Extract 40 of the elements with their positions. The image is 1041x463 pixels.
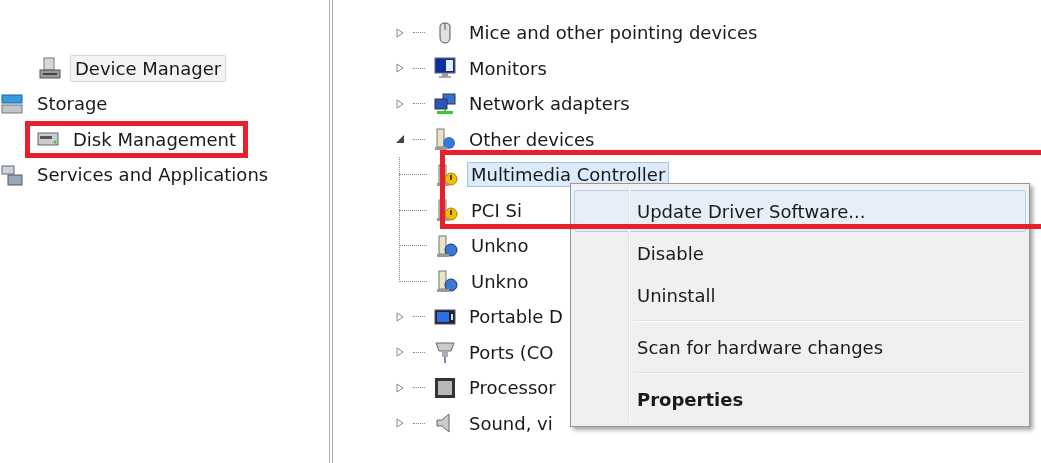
expand-arrow-icon[interactable]: [395, 63, 405, 74]
expand-arrow-icon[interactable]: [395, 347, 405, 358]
expand-arrow-icon[interactable]: [395, 311, 405, 322]
expand-arrow-icon[interactable]: [395, 382, 405, 393]
tree-item[interactable]: PCI Si: [467, 197, 526, 223]
unknown-device-icon: [435, 269, 459, 294]
tree-item[interactable]: Processor: [465, 375, 560, 401]
collapse-arrow-icon[interactable]: [395, 134, 405, 145]
tree-item[interactable]: Network adapters: [465, 91, 634, 117]
warning-device-icon: [435, 198, 459, 223]
services-icon: [0, 162, 24, 187]
menu-item[interactable]: Uninstall: [574, 274, 1026, 316]
tree-item[interactable]: Unkno: [467, 268, 533, 294]
tree-item[interactable]: Ports (CO: [465, 339, 558, 365]
computer-icon: [38, 56, 62, 81]
tree-item[interactable]: Portable D: [465, 304, 567, 330]
tree-item[interactable]: Mice and other pointing devices: [465, 20, 762, 46]
processor-icon: [433, 375, 457, 400]
tree-item[interactable]: Other devices: [465, 126, 599, 152]
monitor-icon: [433, 56, 457, 81]
tree-item[interactable]: Storage: [32, 90, 113, 118]
network-icon: [433, 91, 457, 116]
warning-device-icon: [435, 162, 459, 187]
unknown-device-icon: [433, 127, 457, 152]
tree-item[interactable]: Disk Management: [68, 125, 241, 153]
storage-icon: [0, 91, 24, 116]
menu-item[interactable]: Properties: [574, 378, 1026, 420]
expand-arrow-icon[interactable]: [395, 418, 405, 429]
tree-item[interactable]: Unkno: [467, 233, 533, 259]
menu-item[interactable]: Scan for hardware changes: [574, 326, 1026, 368]
tree-item[interactable]: Monitors: [465, 55, 551, 81]
unknown-device-icon: [435, 233, 459, 258]
expand-arrow-icon[interactable]: [395, 27, 405, 38]
tree-item[interactable]: Sound, vi: [465, 410, 557, 436]
menu-item[interactable]: Disable: [574, 232, 1026, 274]
port-connector-icon: [433, 340, 457, 365]
expand-arrow-icon[interactable]: [395, 98, 405, 109]
tree-item[interactable]: Device Manager: [70, 54, 227, 82]
tree-item[interactable]: Services and Applications: [32, 161, 274, 189]
tree-item[interactable]: Multimedia Controller: [467, 162, 670, 188]
